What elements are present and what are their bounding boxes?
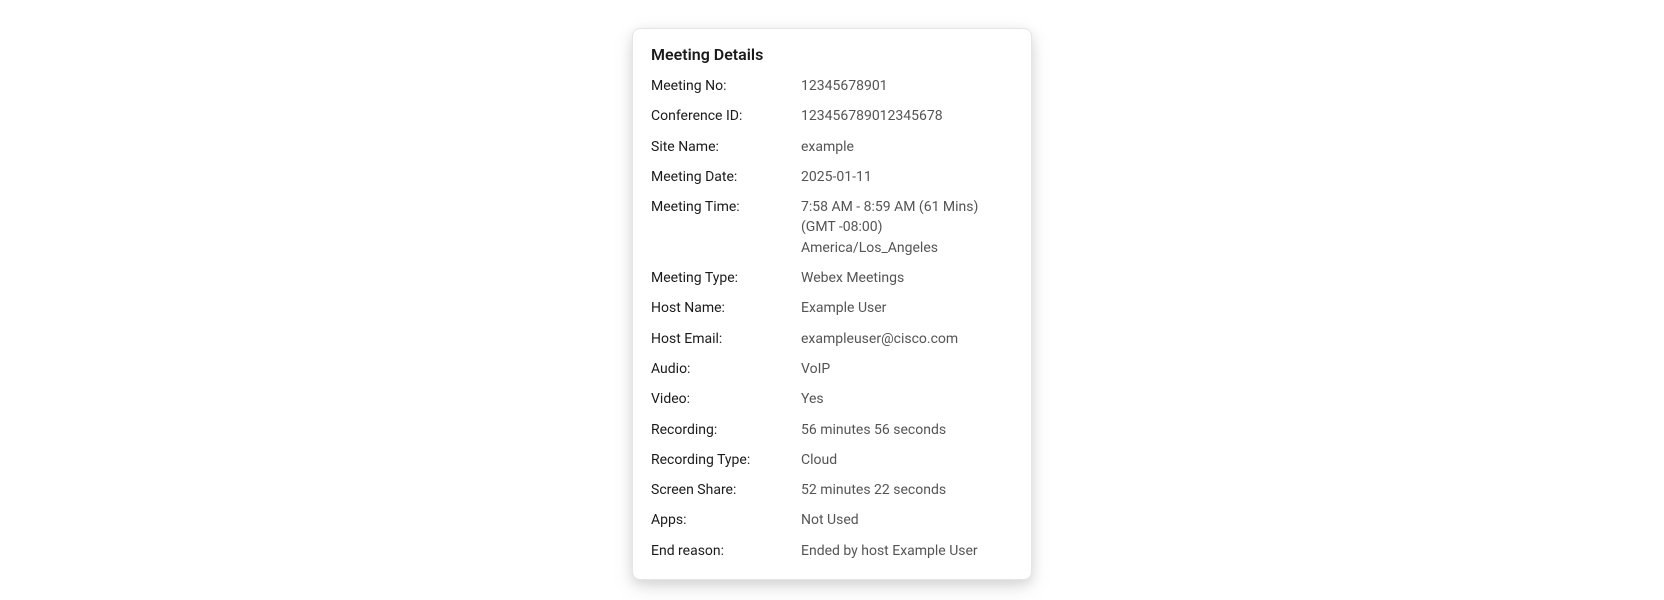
detail-label: Meeting Time: — [651, 197, 801, 217]
detail-label: Recording: — [651, 420, 801, 440]
detail-row: Host Name: Example User — [651, 298, 1013, 318]
detail-row: Host Email: exampleuser@cisco.com — [651, 329, 1013, 349]
detail-value: 2025-01-11 — [801, 167, 1013, 187]
detail-label: Apps: — [651, 510, 801, 530]
detail-row: Recording Type: Cloud — [651, 450, 1013, 470]
detail-value: Not Used — [801, 510, 1013, 530]
detail-row: Meeting Type: Webex Meetings — [651, 268, 1013, 288]
card-title: Meeting Details — [651, 45, 1013, 64]
detail-row: Audio: VoIP — [651, 359, 1013, 379]
detail-row: Conference ID: 123456789012345678 — [651, 106, 1013, 126]
detail-label: Audio: — [651, 359, 801, 379]
detail-value: 52 minutes 22 seconds — [801, 480, 1013, 500]
detail-value: exampleuser@cisco.com — [801, 329, 1013, 349]
detail-label: Site Name: — [651, 137, 801, 157]
detail-row: End reason: Ended by host Example User — [651, 541, 1013, 561]
detail-row: Site Name: example — [651, 137, 1013, 157]
detail-value: Cloud — [801, 450, 1013, 470]
detail-label: Conference ID: — [651, 106, 801, 126]
detail-row: Video: Yes — [651, 389, 1013, 409]
detail-value: 12345678901 — [801, 76, 1013, 96]
detail-row: Meeting Time: 7:58 AM - 8:59 AM (61 Mins… — [651, 197, 1013, 258]
detail-label: Video: — [651, 389, 801, 409]
detail-label: Recording Type: — [651, 450, 801, 470]
detail-value: Webex Meetings — [801, 268, 1013, 288]
detail-label: Meeting Type: — [651, 268, 801, 288]
detail-row: Apps: Not Used — [651, 510, 1013, 530]
detail-label: Host Email: — [651, 329, 801, 349]
detail-value: example — [801, 137, 1013, 157]
detail-value: 123456789012345678 — [801, 106, 1013, 126]
meeting-details-card: Meeting Details Meeting No: 12345678901 … — [632, 28, 1032, 580]
detail-label: Meeting Date: — [651, 167, 801, 187]
detail-value: Ended by host Example User — [801, 541, 1013, 561]
detail-row: Recording: 56 minutes 56 seconds — [651, 420, 1013, 440]
detail-label: Host Name: — [651, 298, 801, 318]
detail-value: VoIP — [801, 359, 1013, 379]
detail-value: Example User — [801, 298, 1013, 318]
detail-label: Meeting No: — [651, 76, 801, 96]
detail-row: Screen Share: 52 minutes 22 seconds — [651, 480, 1013, 500]
detail-row: Meeting Date: 2025-01-11 — [651, 167, 1013, 187]
detail-label: Screen Share: — [651, 480, 801, 500]
detail-value: 7:58 AM - 8:59 AM (61 Mins) (GMT -08:00)… — [801, 197, 1013, 258]
detail-value: Yes — [801, 389, 1013, 409]
detail-label: End reason: — [651, 541, 801, 561]
detail-row: Meeting No: 12345678901 — [651, 76, 1013, 96]
detail-value: 56 minutes 56 seconds — [801, 420, 1013, 440]
